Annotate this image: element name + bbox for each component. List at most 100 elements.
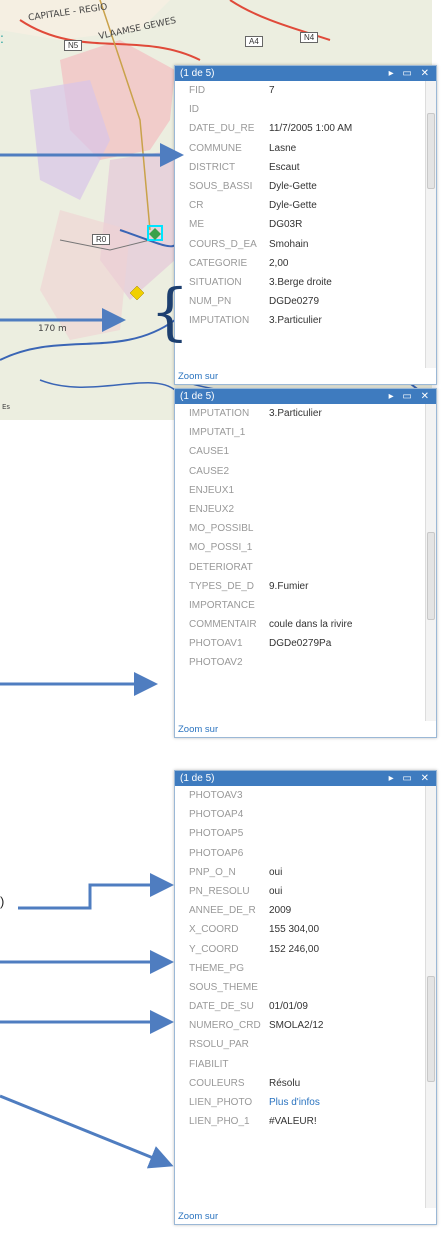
attribute-row: CATEGORIE 2,00 <box>175 254 426 273</box>
attribute-key: FIABILIT <box>189 1058 229 1070</box>
attribute-row: DATE_DU_RE 11/7/2005 1:00 AM <box>175 119 426 138</box>
attribute-row: SOUS_THEME <box>175 978 426 997</box>
attribute-key: PHOTOAP4 <box>189 809 244 821</box>
attribute-row: IMPUTATI_1 <box>175 423 426 442</box>
annotation-arrow <box>0 1094 174 1169</box>
attribute-value: 11/7/2005 1:00 AM <box>269 123 353 135</box>
zoom-to-link[interactable]: Zoom sur <box>178 1211 218 1222</box>
map-copyright: Es <box>2 403 11 411</box>
identify-popup-2[interactable]: (1 de 5) ▸ ▭ ✕ IMPUTATION 3.Particulier IM… <box>174 388 437 738</box>
attribute-key: PHOTOAP5 <box>189 828 244 840</box>
attribute-key: PNP_O_N <box>189 866 236 878</box>
attribute-key: DETERIORAT <box>189 561 253 573</box>
popup-scrollbar[interactable] <box>425 786 436 1208</box>
attribute-key: COURS_D_EA <box>189 238 257 250</box>
attribute-value: oui <box>269 885 283 897</box>
attribute-row: PN_RESOLU oui <box>175 882 426 901</box>
attribute-key: ENJEUX2 <box>189 503 235 515</box>
zoom-to-link[interactable]: Zoom sur <box>178 724 218 735</box>
identify-popup-1[interactable]: (1 de 5) ▸ ▭ ✕ FID 7 ID DATE_DU_RE 11/7/2005… <box>174 65 437 385</box>
attribute-key: RSOLU_PAR <box>189 1039 249 1051</box>
popup-scrollbar[interactable] <box>425 81 436 368</box>
attribute-key: MO_POSSI_1 <box>189 542 253 554</box>
attribute-row: PHOTOAV1 DGDe0279Pa <box>175 634 426 653</box>
attribute-key: FID <box>189 85 206 96</box>
attribute-key: SOUS_THEME <box>189 981 258 993</box>
popup-counter: (1 de 5) <box>180 773 215 784</box>
attribute-link[interactable]: Plus d'infos <box>269 1097 320 1108</box>
popup-window-controls[interactable]: ▸ ▭ ✕ <box>389 389 432 404</box>
attribute-row: LIEN_PHO_1 #VALEUR! <box>175 1112 426 1131</box>
attribute-row: PHOTOAP4 <box>175 805 426 824</box>
attribute-row: IMPUTATION 3.Particulier <box>175 311 426 330</box>
zoom-to-link[interactable]: Zoom sur <box>178 371 218 382</box>
attribute-value: 152 246,00 <box>269 943 320 955</box>
attribute-key: ENJEUX1 <box>189 484 235 496</box>
attribute-key: NUMERO_CRD <box>189 1020 261 1032</box>
attribute-key: LIEN_PHOTO <box>189 1097 253 1108</box>
popup-scrollbar[interactable] <box>425 404 436 721</box>
attribute-key: CAUSE1 <box>189 446 230 458</box>
attribute-row: LIEN_PHOTO Plus d'infos <box>175 1093 426 1112</box>
attribute-key: X_COORD <box>189 924 239 936</box>
attribute-row: MO_POSSI_1 <box>175 538 426 557</box>
attribute-row: ENJEUX2 <box>175 500 426 519</box>
attribute-value: #VALEUR! <box>269 1116 317 1128</box>
attribute-value: 155 304,00 <box>269 924 320 936</box>
attribute-key: CR <box>189 200 204 212</box>
elevation-label: 170 m <box>38 324 67 334</box>
attribute-row: ME DG03R <box>175 215 426 234</box>
popup-header: (1 de 5) ▸ ▭ ✕ <box>175 771 436 786</box>
attribute-value: SMOLA2/12 <box>269 1020 324 1032</box>
attribute-value: Lasne <box>269 142 297 154</box>
attribute-key: DATE_DE_SU <box>189 1001 254 1013</box>
attribute-value: Dyle-Gette <box>269 200 317 212</box>
attribute-value: Résolu <box>269 1077 301 1089</box>
attribute-value: 2009 <box>269 905 292 917</box>
attribute-key: COMMENTAIR <box>189 619 257 631</box>
attribute-row: ID <box>175 100 426 119</box>
attribute-value: DG03R <box>269 219 303 231</box>
attribute-row: Y_COORD 152 246,00 <box>175 940 426 959</box>
green-mark: : <box>0 30 4 46</box>
attribute-key: COULEURS <box>189 1077 245 1089</box>
annotation-arrow <box>18 873 174 910</box>
attribute-row: RSOLU_PAR <box>175 1035 426 1054</box>
attribute-key: SOUS_BASSI <box>189 180 253 192</box>
popup-window-controls[interactable]: ▸ ▭ ✕ <box>389 66 432 81</box>
attribute-key: DISTRICT <box>189 161 236 173</box>
attribute-value: Smohain <box>269 238 309 250</box>
attribute-row: PHOTOAP6 <box>175 844 426 863</box>
popup-window-controls[interactable]: ▸ ▭ ✕ <box>389 771 432 786</box>
popup-counter: (1 de 5) <box>180 68 215 79</box>
popup-header: (1 de 5) ▸ ▭ ✕ <box>175 389 436 404</box>
attribute-row: TYPES_DE_D 9.Fumier <box>175 577 426 596</box>
attribute-key: IMPUTATI_1 <box>189 427 246 439</box>
attribute-value: DGDe0279 <box>269 296 320 308</box>
attribute-row: CAUSE2 <box>175 462 426 481</box>
attribute-row: NUM_PN DGDe0279 <box>175 292 426 311</box>
attribute-row: FIABILIT <box>175 1055 426 1074</box>
attribute-key: ID <box>189 104 199 116</box>
attribute-key: IMPORTANCE <box>189 599 255 611</box>
attribute-row: SITUATION 3.Berge droite <box>175 273 426 292</box>
attribute-key: TYPES_DE_D <box>189 580 255 592</box>
identify-popup-3[interactable]: (1 de 5) ▸ ▭ ✕ PHOTOAV3 PHOTOAP4 PHOTOAP5 P… <box>174 770 437 1225</box>
attribute-key: ME <box>189 219 204 231</box>
attribute-key: PHOTOAP6 <box>189 847 244 859</box>
attribute-value: 3.Particulier <box>269 408 322 419</box>
annotation-paren: ) <box>0 894 5 909</box>
road-shield: R0 <box>92 234 111 245</box>
attribute-value: 9.Fumier <box>269 580 309 592</box>
attribute-key: PHOTOAV2 <box>189 657 243 669</box>
attribute-row: X_COORD 155 304,00 <box>175 920 426 939</box>
attribute-value: DGDe0279Pa <box>269 638 332 650</box>
attribute-row: SOUS_BASSI Dyle-Gette <box>175 177 426 196</box>
attribute-key: MO_POSSIBL <box>189 523 254 535</box>
attribute-row: CAUSE1 <box>175 442 426 461</box>
attribute-key: LIEN_PHO_1 <box>189 1116 250 1128</box>
attribute-value: 01/01/09 <box>269 1001 308 1013</box>
attribute-row: IMPORTANCE <box>175 596 426 615</box>
attribute-row: DETERIORAT <box>175 558 426 577</box>
attribute-row: MO_POSSIBL <box>175 519 426 538</box>
